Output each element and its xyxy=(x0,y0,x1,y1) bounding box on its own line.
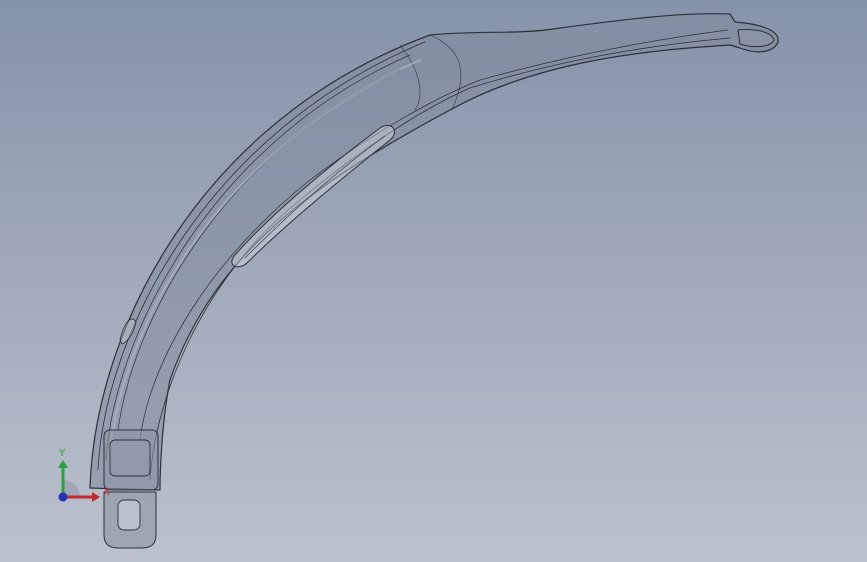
z-axis-dot xyxy=(58,492,68,502)
y-axis-label: Y xyxy=(58,448,66,459)
part-shell[interactable] xyxy=(89,13,779,491)
y-axis-arrow xyxy=(58,460,68,468)
model-canvas[interactable]: Y X xyxy=(0,0,867,562)
graphics-viewport[interactable]: Y X xyxy=(0,0,867,562)
curved-part-model[interactable] xyxy=(89,13,779,549)
x-axis-label: X xyxy=(103,487,110,498)
tab-slot xyxy=(117,499,141,531)
x-axis-arrow xyxy=(92,492,100,502)
